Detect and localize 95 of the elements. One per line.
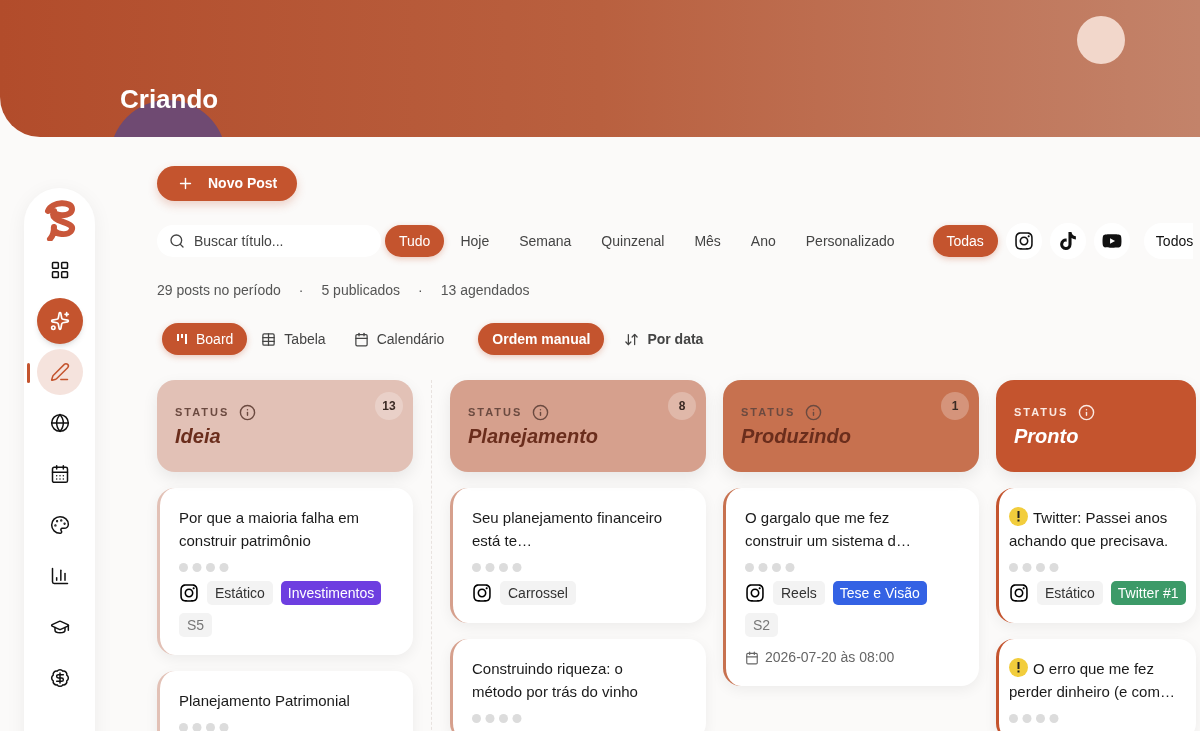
stat-text: 13 agendados bbox=[440, 280, 530, 300]
view-tab[interactable]: Calendário bbox=[339, 323, 459, 355]
post-card[interactable]: Twitter: Passei anos achando que precisava. Estático Twitter #1 bbox=[996, 488, 1196, 623]
globe-icon bbox=[49, 413, 70, 433]
dollar-icon bbox=[49, 668, 70, 688]
account-filter[interactable]: Todos bbox=[1143, 223, 1194, 259]
board-icon bbox=[176, 333, 188, 345]
post-title: Construindo riqueza: o método por trás do vinho bbox=[472, 659, 639, 702]
format-tag: Reels bbox=[773, 581, 825, 605]
plus-icon bbox=[177, 175, 194, 192]
period-tab[interactable]: Hoje bbox=[446, 225, 504, 257]
palette-icon bbox=[49, 515, 70, 535]
column-caption: STATUS bbox=[468, 405, 523, 421]
tiktok-icon bbox=[1058, 232, 1077, 250]
category-tag: Twitter #1 bbox=[1110, 581, 1186, 605]
format-tag: Estático bbox=[207, 581, 273, 605]
instagram-icon bbox=[1009, 583, 1029, 603]
post-title: Twitter: Passei anos achando que precisava. bbox=[1009, 506, 1170, 551]
progress-dots-icon bbox=[472, 563, 522, 572]
instagram-icon bbox=[472, 583, 492, 603]
post-title: Seu planejamento financeiro está te… bbox=[472, 508, 664, 551]
period-tab[interactable]: Quinzenal bbox=[587, 225, 679, 257]
column-title: Produzindo bbox=[741, 424, 852, 449]
column-caption: STATUS bbox=[175, 405, 230, 421]
period-tab[interactable]: Ano bbox=[736, 225, 790, 257]
new-post-button[interactable]: Novo Post bbox=[157, 166, 298, 201]
view-tab[interactable]: Tabela bbox=[247, 323, 340, 355]
post-title: Planejamento Patrimonial bbox=[179, 691, 351, 711]
format-tag: Carrossel bbox=[500, 581, 576, 605]
warning-icon bbox=[1009, 658, 1028, 677]
period-tab[interactable]: Mês bbox=[680, 225, 735, 257]
column-caption: STATUS bbox=[741, 405, 796, 421]
post-card[interactable]: Planejamento Patrimonial bbox=[157, 671, 413, 731]
calendar-icon bbox=[353, 331, 369, 347]
search-icon bbox=[169, 233, 185, 249]
graduation-cap-icon bbox=[49, 617, 70, 637]
progress-dots-icon bbox=[745, 563, 795, 572]
platform-filter[interactable] bbox=[1049, 223, 1086, 259]
info-icon[interactable] bbox=[239, 404, 257, 421]
sparkles-icon bbox=[49, 311, 70, 331]
column-title: Pronto bbox=[1014, 424, 1080, 449]
progress-dots-icon bbox=[1009, 563, 1059, 572]
dashboard-icon bbox=[49, 260, 70, 280]
search-field[interactable]: Buscar título... bbox=[157, 225, 381, 257]
count-badge: 8 bbox=[668, 392, 696, 420]
warning-icon bbox=[1009, 507, 1028, 526]
stat-text: 29 posts no período bbox=[157, 280, 281, 300]
separator-dot: · bbox=[298, 280, 304, 300]
calendar-icon bbox=[49, 464, 70, 484]
period-tab[interactable]: Semana bbox=[505, 225, 586, 257]
decor-circle-icon bbox=[1077, 16, 1125, 64]
column-caption: STATUS bbox=[1014, 405, 1069, 421]
sort-option[interactable]: Ordem manual bbox=[478, 323, 605, 355]
pen-icon bbox=[49, 362, 70, 382]
count-badge: 1 bbox=[941, 392, 969, 420]
table-icon bbox=[261, 331, 277, 347]
sort-icon bbox=[624, 331, 640, 347]
format-tag: Estático bbox=[1037, 581, 1103, 605]
period-tab[interactable]: Tudo bbox=[385, 225, 445, 257]
page-title: Criando bbox=[120, 83, 219, 116]
column-title: Ideia bbox=[175, 424, 222, 449]
sort-option[interactable]: Por data bbox=[610, 323, 718, 355]
progress-dots-icon bbox=[1009, 714, 1059, 723]
info-icon[interactable] bbox=[532, 404, 550, 421]
youtube-icon bbox=[1101, 231, 1122, 251]
instagram-icon bbox=[745, 583, 765, 603]
stat-text: 5 publicados bbox=[321, 280, 401, 300]
progress-dots-icon bbox=[179, 563, 229, 572]
bar-chart-icon bbox=[49, 566, 70, 586]
separator-dot: · bbox=[418, 280, 423, 300]
calendar-icon bbox=[745, 650, 759, 665]
column-title: Planejamento bbox=[468, 424, 600, 449]
progress-dots-icon bbox=[179, 723, 229, 731]
series-tag: S2 bbox=[745, 613, 779, 637]
period-tab[interactable]: Personalizado bbox=[791, 225, 909, 257]
platform-filter[interactable] bbox=[1093, 223, 1130, 259]
category-tag: Tese e Visão bbox=[832, 581, 927, 605]
post-card[interactable]: O erro que me fez perder dinheiro (e com… bbox=[996, 639, 1196, 731]
post-card[interactable]: Por que a maioria falha em construir patrimônio Estático Investimentos S5 bbox=[157, 488, 413, 655]
platform-filter[interactable] bbox=[1005, 223, 1042, 259]
view-tab[interactable]: Board bbox=[162, 323, 248, 355]
post-title: O erro que me fez perder dinheiro (e com… bbox=[1009, 657, 1176, 702]
post-card[interactable]: O gargalo que me fez construir um sistema d… Reels Tese e Visão S2 2026-07-20 às 08:00 bbox=[723, 488, 979, 686]
post-title: O gargalo que me fez construir um sistema d… bbox=[745, 508, 912, 551]
platform-filter[interactable]: Todas bbox=[932, 225, 998, 257]
count-badge: 13 bbox=[375, 392, 403, 420]
post-card[interactable]: Construindo riqueza: o método por trás do vinho bbox=[450, 639, 706, 731]
category-tag: Investimentos bbox=[280, 581, 382, 605]
instagram-icon bbox=[1013, 231, 1034, 251]
post-title: Por que a maioria falha em construir patrimônio bbox=[179, 508, 361, 551]
progress-dots-icon bbox=[472, 714, 522, 723]
post-card[interactable]: Seu planejamento financeiro está te… Carrossel bbox=[450, 488, 706, 623]
instagram-icon bbox=[179, 583, 199, 603]
scheduled-date: 2026-07-20 às 08:00 bbox=[765, 648, 895, 667]
series-tag: S5 bbox=[179, 613, 213, 637]
